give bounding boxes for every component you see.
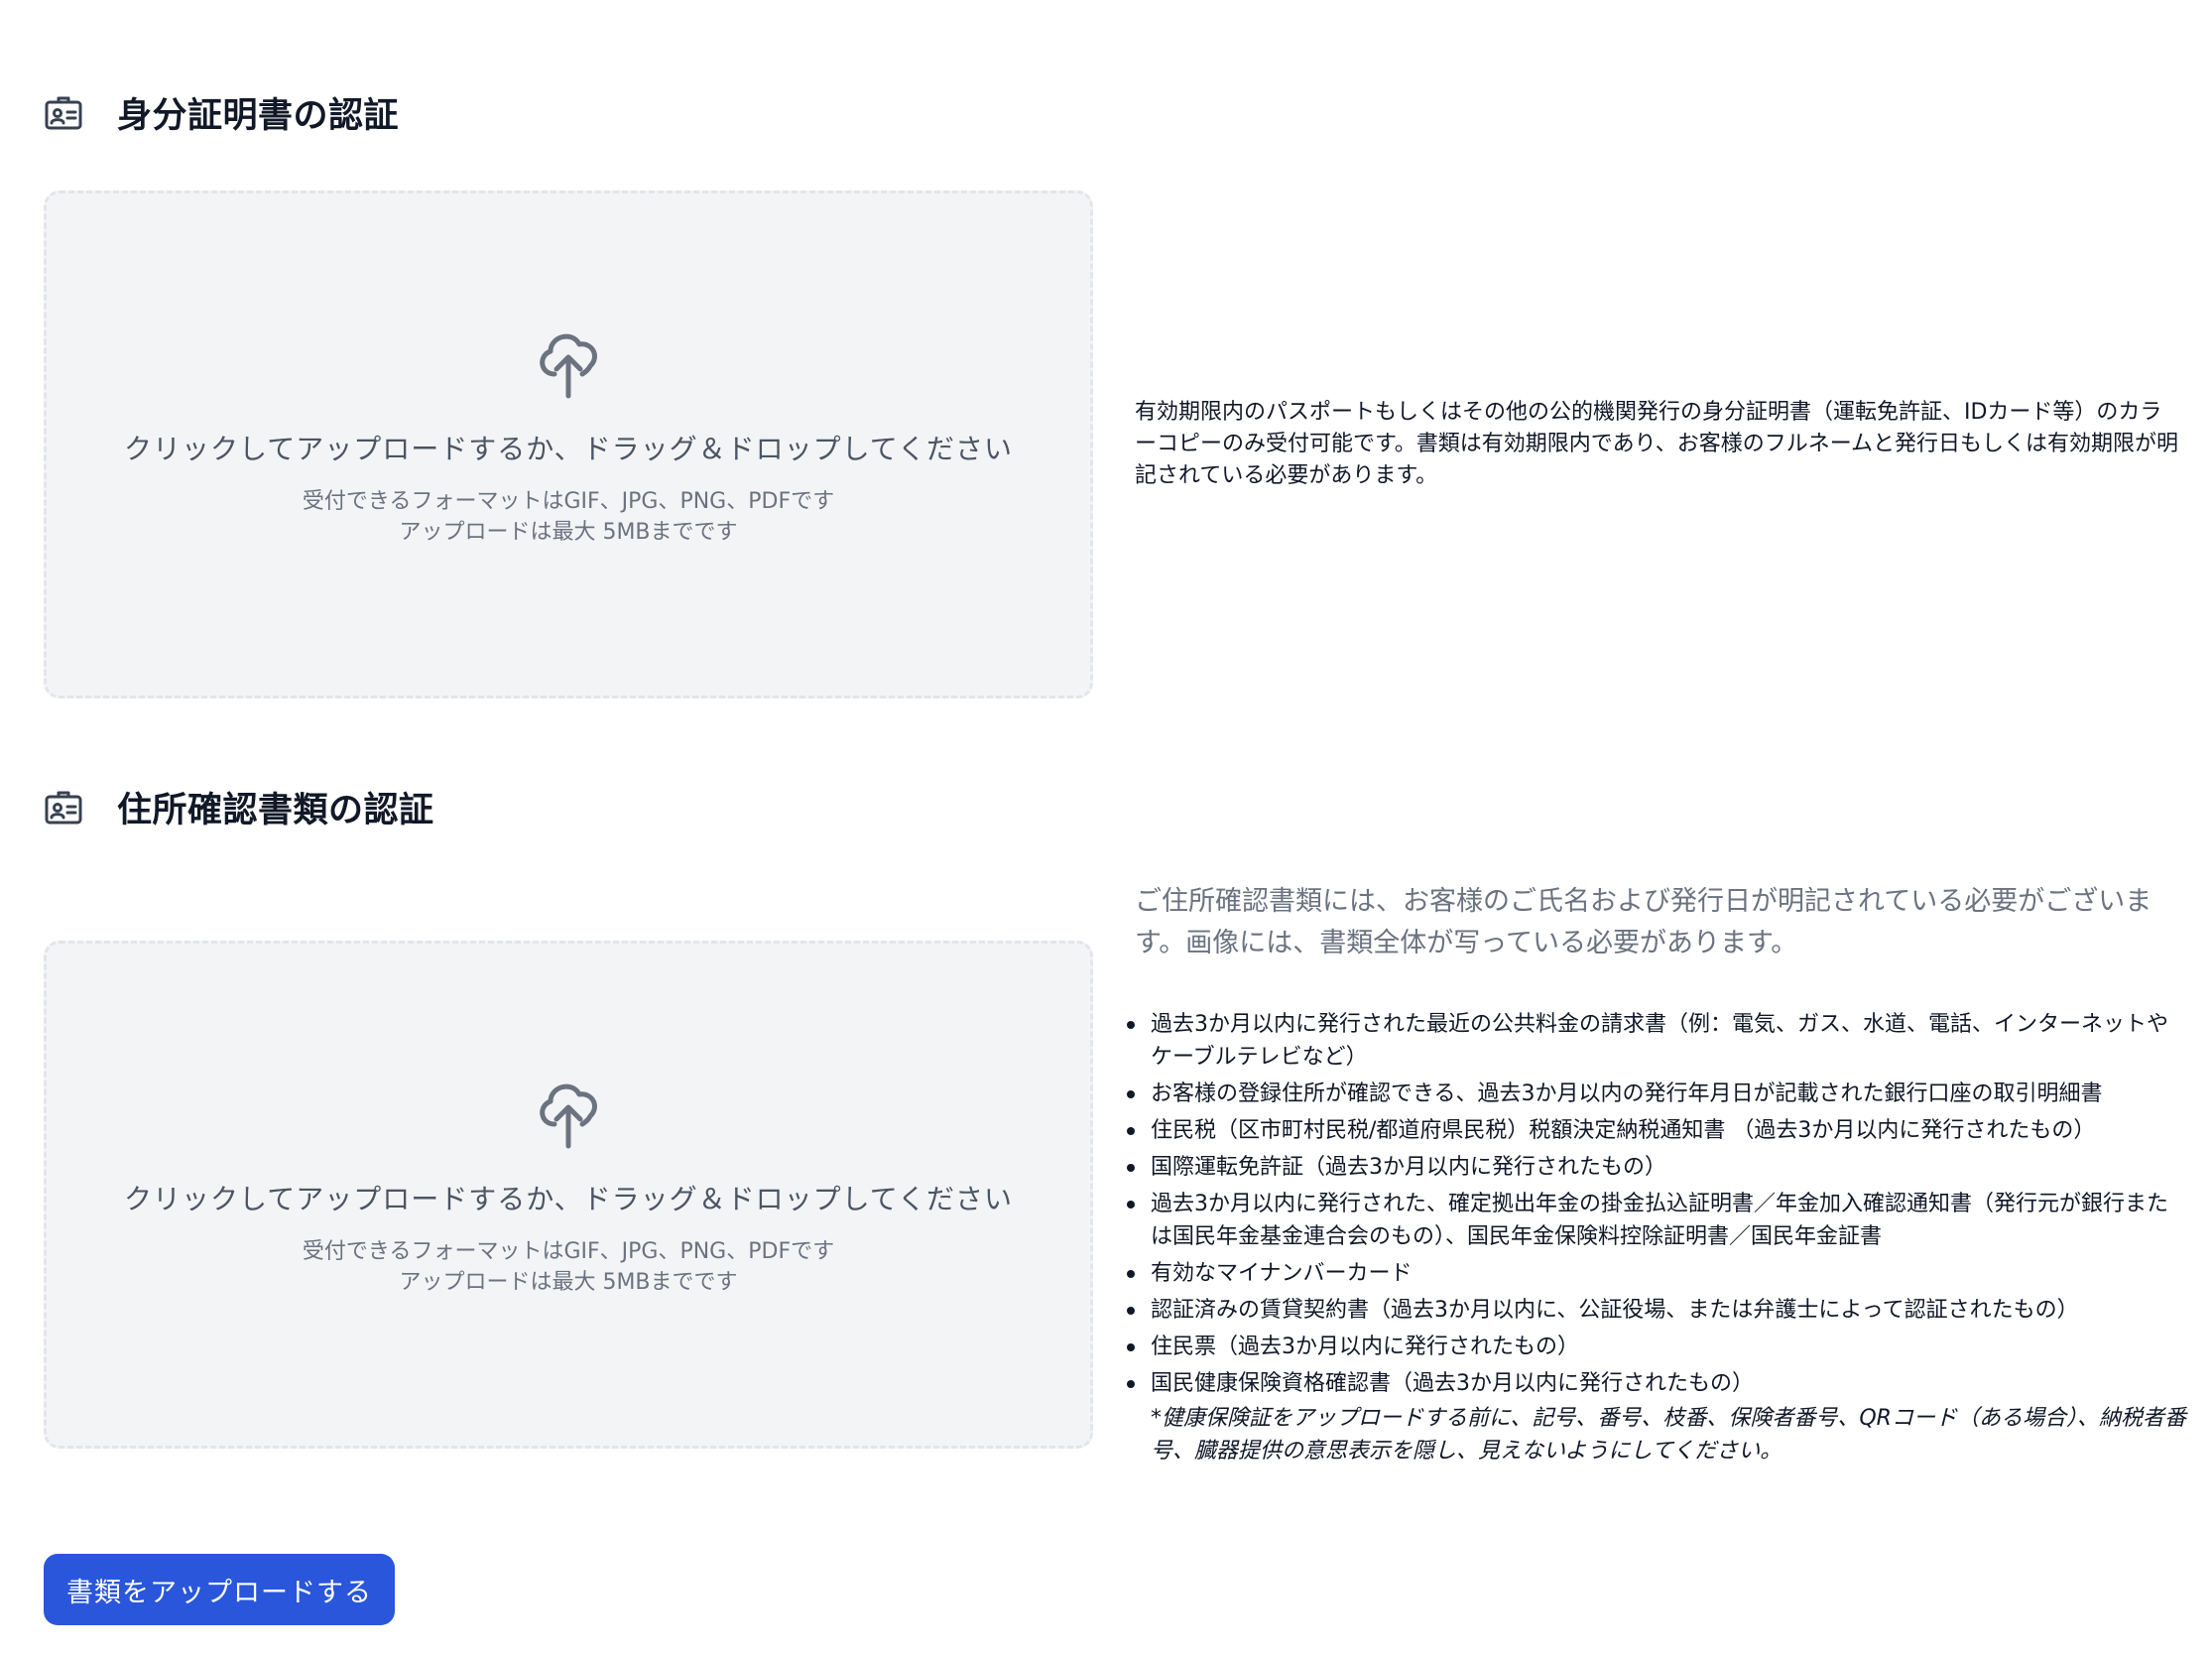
list-item: 国際運転免許証（過去3か月以内に発行されたもの） (1127, 1151, 2186, 1184)
address-section-title: 住所確認書類の認証 (117, 791, 434, 830)
upload-documents-button[interactable]: 書類をアップロードする (44, 1554, 395, 1625)
id-section-description: 有効期限内のパスポートもしくはその他の公的機関発行の身分証明書（運転免許証、ID… (1135, 400, 2179, 488)
dropzone-formats: 受付できるフォーマットはGIF、JPG、PNG、PDFです (302, 1239, 835, 1264)
dropzone-max-size: アップロードは最大 5MBまでです (399, 520, 738, 545)
dropzone-instruction: クリックしてアップロードするか、ドラッグ＆ドロップしてください (124, 1183, 1013, 1215)
dropzone-instruction: クリックしてアップロードするか、ドラッグ＆ドロップしてください (124, 433, 1013, 465)
address-section-description: ご住所確認書類には、お客様のご氏名および発行日が明記されている必要がございます。… (1135, 886, 2152, 958)
cloud-upload-icon (540, 333, 597, 399)
dropzone-formats: 受付できるフォーマットはGIF、JPG、PNG、PDFです (302, 489, 835, 514)
list-item: 認証済みの賃貸契約書（過去3か月以内に、公証役場、または弁護士によって認証された… (1127, 1294, 2186, 1327)
dropzone-max-size: アップロードは最大 5MBまでです (399, 1270, 738, 1295)
list-item: 過去3か月以内に発行された、確定拠出年金の掛金払込証明書／年金加入確認通知書（発… (1127, 1188, 2186, 1253)
list-item: 住民税（区市町村民税/都道府県民税）税額決定納税通知書 （過去3か月以内に発行さ… (1127, 1114, 2186, 1147)
id-section-title: 身分証明書の認証 (117, 96, 400, 136)
id-card-icon (45, 96, 82, 129)
address-upload-dropzone[interactable]: クリックしてアップロードするか、ドラッグ＆ドロップしてください 受付できるフォー… (44, 941, 1093, 1449)
id-upload-dropzone[interactable]: クリックしてアップロードするか、ドラッグ＆ドロップしてください 受付できるフォー… (44, 191, 1093, 699)
address-section-header: 住所確認書類の認証 (44, 782, 434, 832)
id-card-icon (45, 791, 82, 824)
accepted-documents-list: 過去3か月以内に発行された最近の公共料金の請求書（例：電気、ガス、水道、電話、イ… (1127, 1008, 2186, 1467)
list-item: 過去3か月以内に発行された最近の公共料金の請求書（例：電気、ガス、水道、電話、イ… (1127, 1008, 2186, 1074)
list-item: お客様の登録住所が確認できる、過去3か月以内の発行年月日が記載された銀行口座の取… (1127, 1078, 2186, 1110)
document-verification-page: 身分証明書の認証 クリックしてアップロードするか、ドラッグ＆ドロップしてください… (0, 0, 2212, 1655)
health-insurance-note: *健康保険証をアップロードする前に、記号、番号、枝番、保険者番号、QRコード（あ… (1151, 1406, 2186, 1464)
list-item: 有効なマイナンバーカード (1127, 1257, 2186, 1290)
list-item: 住民票（過去3か月以内に発行されたもの） (1127, 1331, 2186, 1363)
id-section-header: 身分証明書の認証 (44, 87, 399, 138)
list-item: 国民健康保険資格確認書（過去3か月以内に発行されたもの） (1127, 1367, 2186, 1400)
cloud-upload-icon (540, 1083, 597, 1149)
